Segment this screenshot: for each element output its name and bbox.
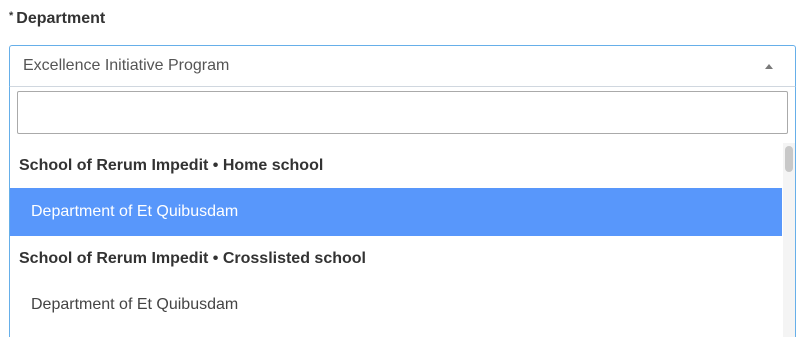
department-field: * Department Excellence Initiative Progr… bbox=[0, 0, 798, 337]
department-label: Department bbox=[16, 10, 106, 27]
results-scrollbar[interactable] bbox=[783, 143, 795, 337]
group-header-home-school: School of Rerum Impedit • Home school bbox=[19, 157, 324, 174]
scrollbar-thumb[interactable] bbox=[785, 146, 793, 172]
search-container bbox=[10, 87, 795, 143]
selected-value: Excellence Initiative Program bbox=[23, 57, 230, 74]
results-list: School of Rerum Impedit • Home school De… bbox=[10, 143, 782, 337]
caret-up-icon[interactable] bbox=[765, 63, 773, 69]
group-header-crosslisted-school: School of Rerum Impedit • Crosslisted sc… bbox=[19, 250, 366, 267]
option-department-crosslisted[interactable]: Department of Et Quibusdam bbox=[10, 281, 782, 329]
field-label: * Department bbox=[9, 10, 105, 28]
search-input[interactable] bbox=[17, 91, 788, 134]
dropdown-panel: School of Rerum Impedit • Home school De… bbox=[9, 87, 796, 337]
option-department-home[interactable]: Department of Et Quibusdam bbox=[10, 188, 782, 236]
department-select[interactable]: Excellence Initiative Program bbox=[9, 45, 796, 87]
required-mark: * bbox=[9, 10, 14, 22]
